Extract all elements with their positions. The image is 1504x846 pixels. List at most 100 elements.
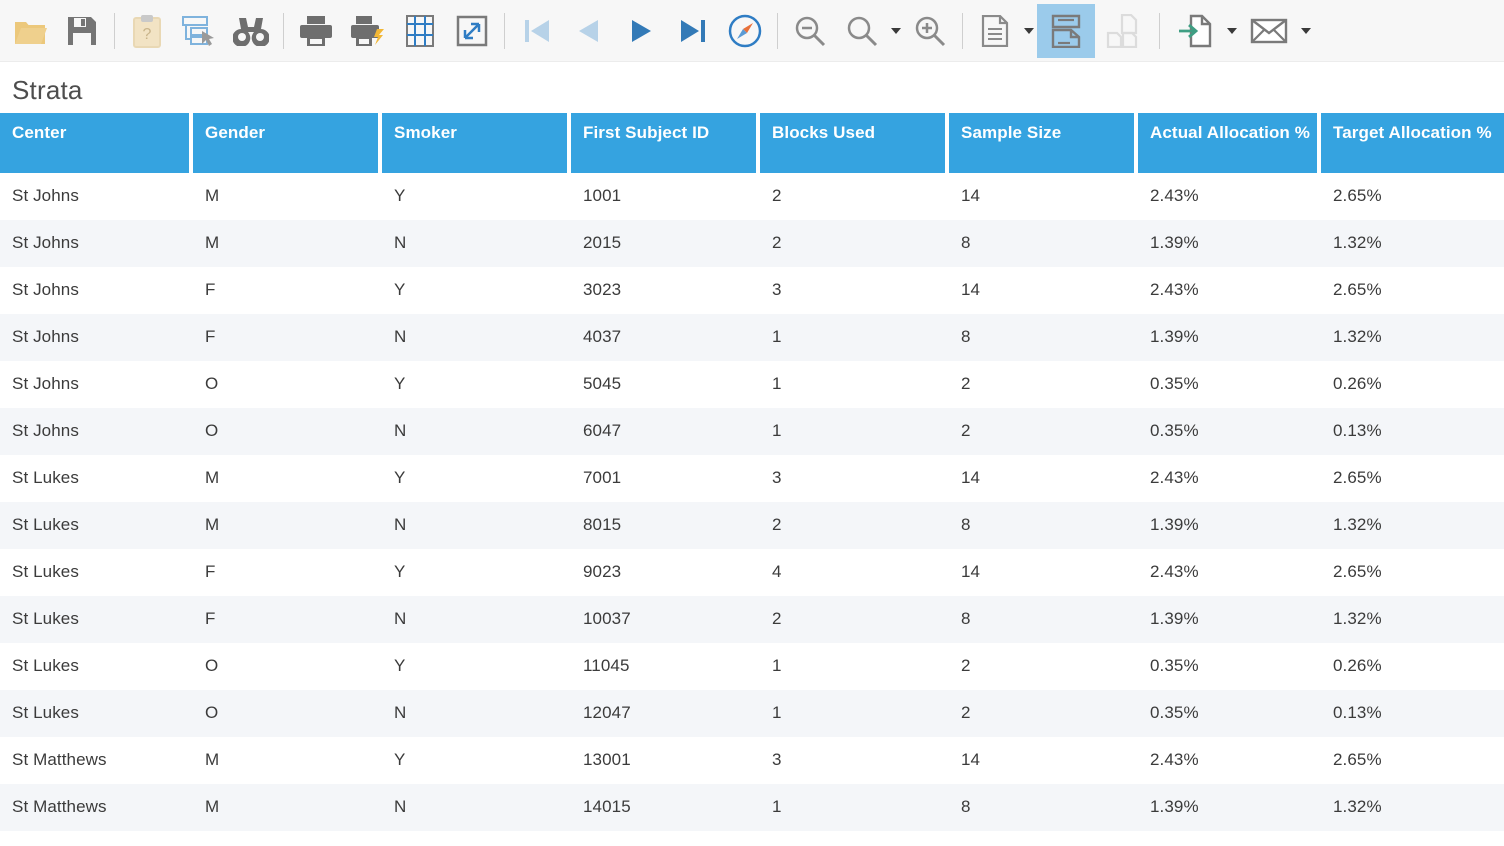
cell-actual-allocation: 1.39% — [1138, 784, 1321, 831]
table-row[interactable]: St LukesFN10037281.39%1.32% — [0, 596, 1504, 643]
scale-icon[interactable] — [446, 4, 498, 58]
page-setup-icon[interactable] — [394, 4, 446, 58]
table-row[interactable]: St JohnsFN4037181.39%1.32% — [0, 314, 1504, 361]
table-row[interactable]: St JohnsOY5045120.35%0.26% — [0, 361, 1504, 408]
column-header-smoker[interactable]: Smoker — [382, 113, 571, 173]
send-email-icon[interactable] — [1240, 4, 1298, 58]
toolbar-separator — [1159, 13, 1160, 49]
first-page-icon[interactable] — [511, 4, 563, 58]
cell-gender: M — [193, 455, 382, 502]
zoom-out-icon[interactable] — [784, 4, 836, 58]
strata-table: Center Gender Smoker First Subject ID Bl… — [0, 113, 1504, 831]
cell-blocks-used: 3 — [760, 455, 949, 502]
cell-actual-allocation: 0.35% — [1138, 408, 1321, 455]
navigation-compass-icon[interactable] — [719, 4, 771, 58]
cell-actual-allocation: 1.39% — [1138, 596, 1321, 643]
cell-actual-allocation: 2.43% — [1138, 455, 1321, 502]
cell-target-allocation: 0.26% — [1321, 643, 1504, 690]
save-icon[interactable] — [56, 4, 108, 58]
cell-actual-allocation: 1.39% — [1138, 314, 1321, 361]
zoom-dropdown-caret[interactable] — [888, 4, 904, 58]
zoom-icon[interactable] — [836, 4, 888, 58]
cell-sample-size: 14 — [949, 737, 1138, 784]
next-page-icon[interactable] — [615, 4, 667, 58]
cell-center: St Lukes — [0, 596, 193, 643]
clipboard-help-icon[interactable]: ? — [121, 4, 173, 58]
page-layout-caret[interactable] — [1021, 4, 1037, 58]
print-icon[interactable] — [290, 4, 342, 58]
export-caret[interactable] — [1224, 4, 1240, 58]
email-caret[interactable] — [1298, 4, 1314, 58]
report-body: Strata Center Gender Smoker First Subjec… — [0, 62, 1504, 831]
export-document-icon[interactable] — [1166, 4, 1224, 58]
cell-target-allocation: 1.32% — [1321, 502, 1504, 549]
table-row[interactable]: St JohnsMY10012142.43%2.65% — [0, 173, 1504, 220]
cell-first-subject-id: 5045 — [571, 361, 760, 408]
facing-pages-icon[interactable] — [1095, 4, 1153, 58]
cell-smoker: N — [382, 596, 571, 643]
zoom-in-icon[interactable] — [904, 4, 956, 58]
cell-first-subject-id: 2015 — [571, 220, 760, 267]
column-header-gender[interactable]: Gender — [193, 113, 382, 173]
toolbar-separator — [114, 13, 115, 49]
column-header-center[interactable]: Center — [0, 113, 193, 173]
table-row[interactable]: St JohnsON6047120.35%0.13% — [0, 408, 1504, 455]
cell-center: St Johns — [0, 408, 193, 455]
cell-center: St Matthews — [0, 784, 193, 831]
column-header-sample-size[interactable]: Sample Size — [949, 113, 1138, 173]
cell-smoker: Y — [382, 173, 571, 220]
cell-center: St Lukes — [0, 455, 193, 502]
column-header-first-subject-id[interactable]: First Subject ID — [571, 113, 760, 173]
column-header-blocks-used[interactable]: Blocks Used — [760, 113, 949, 173]
table-row[interactable]: St LukesON12047120.35%0.13% — [0, 690, 1504, 737]
cell-actual-allocation: 2.43% — [1138, 737, 1321, 784]
table-row[interactable]: St LukesFY90234142.43%2.65% — [0, 549, 1504, 596]
cell-blocks-used: 1 — [760, 784, 949, 831]
table-row[interactable]: St JohnsMN2015281.39%1.32% — [0, 220, 1504, 267]
cell-gender: M — [193, 173, 382, 220]
cell-target-allocation: 0.13% — [1321, 690, 1504, 737]
table-row[interactable]: St LukesOY11045120.35%0.26% — [0, 643, 1504, 690]
cell-sample-size: 2 — [949, 643, 1138, 690]
cell-blocks-used: 1 — [760, 643, 949, 690]
cell-gender: F — [193, 549, 382, 596]
cell-actual-allocation: 2.43% — [1138, 267, 1321, 314]
cell-target-allocation: 1.32% — [1321, 220, 1504, 267]
page-layout-icon[interactable] — [969, 4, 1021, 58]
cell-blocks-used: 1 — [760, 361, 949, 408]
cell-center: St Lukes — [0, 690, 193, 737]
cell-gender: F — [193, 267, 382, 314]
document-map-icon[interactable] — [173, 4, 225, 58]
binoculars-icon[interactable] — [225, 4, 277, 58]
cell-smoker: N — [382, 408, 571, 455]
cell-center: St Johns — [0, 267, 193, 314]
continuous-page-icon[interactable] — [1037, 4, 1095, 58]
cell-first-subject-id: 4037 — [571, 314, 760, 361]
table-row[interactable]: St MatthewsMY130013142.43%2.65% — [0, 737, 1504, 784]
table-row[interactable]: St MatthewsMN14015181.39%1.32% — [0, 784, 1504, 831]
previous-page-icon[interactable] — [563, 4, 615, 58]
cell-target-allocation: 1.32% — [1321, 596, 1504, 643]
last-page-icon[interactable] — [667, 4, 719, 58]
table-header-row: Center Gender Smoker First Subject ID Bl… — [0, 113, 1504, 173]
cell-blocks-used: 1 — [760, 690, 949, 737]
cell-blocks-used: 3 — [760, 737, 949, 784]
column-header-actual-allocation[interactable]: Actual Allocation % — [1138, 113, 1321, 173]
cell-smoker: Y — [382, 361, 571, 408]
table-row[interactable]: St JohnsFY30233142.43%2.65% — [0, 267, 1504, 314]
quick-print-icon[interactable] — [342, 4, 394, 58]
column-header-target-allocation[interactable]: Target Allocation % — [1321, 113, 1504, 173]
toolbar-separator — [777, 13, 778, 49]
table-row[interactable]: St LukesMN8015281.39%1.32% — [0, 502, 1504, 549]
open-file-icon[interactable] — [4, 4, 56, 58]
cell-first-subject-id: 11045 — [571, 643, 760, 690]
cell-first-subject-id: 7001 — [571, 455, 760, 502]
cell-sample-size: 8 — [949, 784, 1138, 831]
cell-blocks-used: 2 — [760, 220, 949, 267]
cell-smoker: Y — [382, 643, 571, 690]
cell-sample-size: 2 — [949, 361, 1138, 408]
cell-smoker: Y — [382, 737, 571, 784]
cell-first-subject-id: 6047 — [571, 408, 760, 455]
cell-actual-allocation: 2.43% — [1138, 549, 1321, 596]
table-row[interactable]: St LukesMY70013142.43%2.65% — [0, 455, 1504, 502]
